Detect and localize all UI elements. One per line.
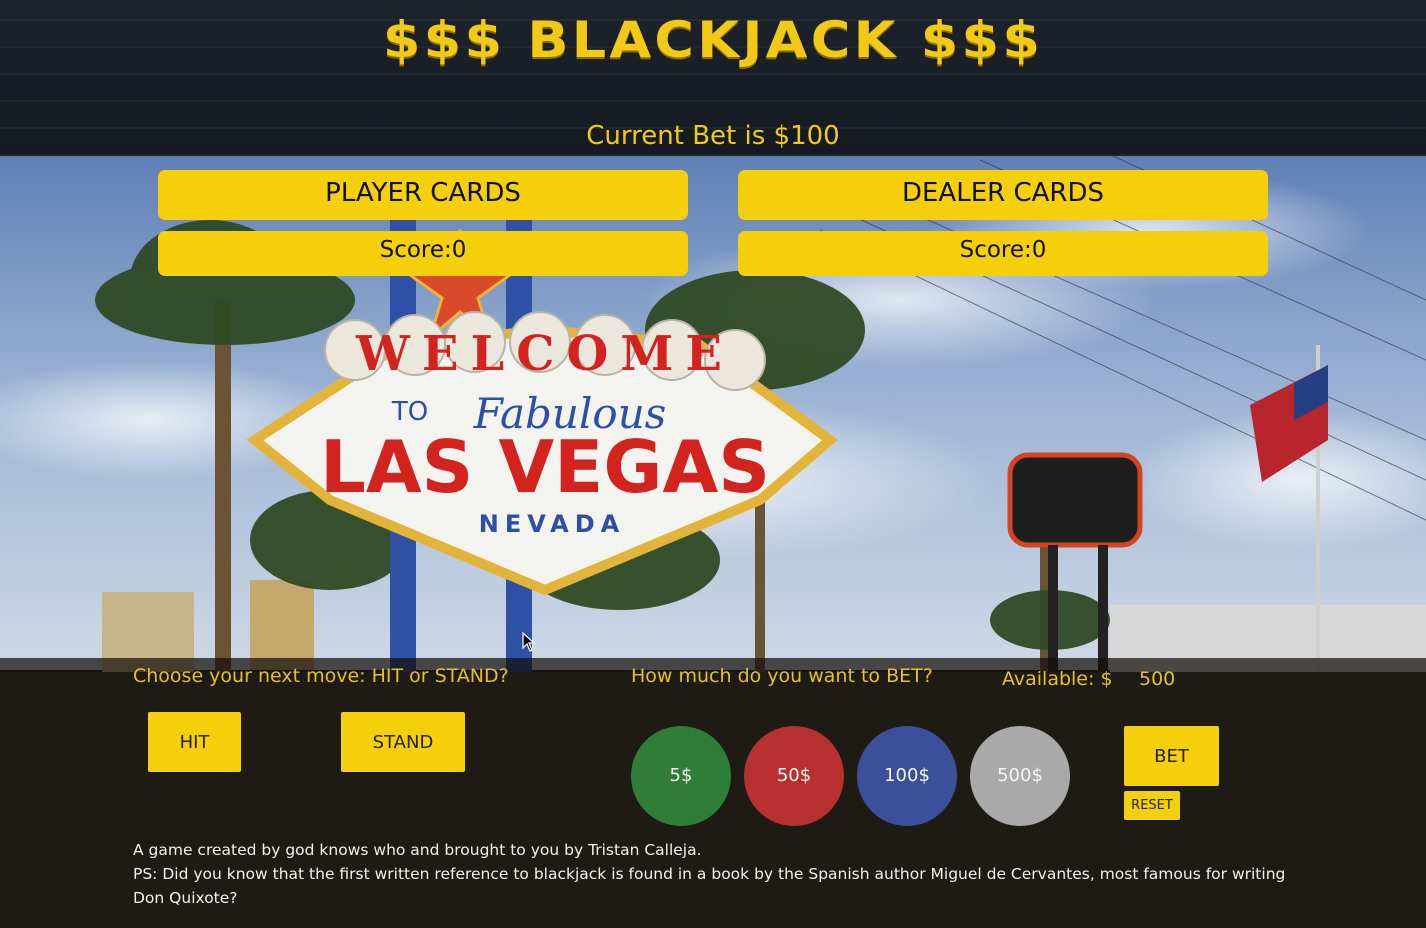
chip-500[interactable]: 500$ <box>970 726 1070 826</box>
svg-text:LAS VEGAS: LAS VEGAS <box>320 425 770 509</box>
chip-100-label: 100$ <box>884 765 930 786</box>
chip-50[interactable]: 50$ <box>744 726 844 826</box>
move-prompt: Choose your next move: HIT or STAND? <box>133 665 509 687</box>
dealer-cards-header: DEALER CARDS <box>738 170 1268 220</box>
footer-credit-line: A game created by god knows who and brou… <box>133 841 702 859</box>
footer-credits: A game created by god knows who and brou… <box>133 838 1313 910</box>
chip-500-label: 500$ <box>997 765 1043 786</box>
current-bet-text: Current Bet is $100 <box>586 121 840 151</box>
footer-trivia-line: PS: Did you know that the first written … <box>133 865 1286 907</box>
bet-prompt: How much do you want to BET? <box>631 665 933 687</box>
player-score: Score:0 <box>158 231 688 276</box>
reset-button[interactable]: RESET <box>1124 791 1180 820</box>
player-cards-header: PLAYER CARDS <box>158 170 688 220</box>
header-bar: $$$ BLACKJACK $$$ Current Bet is $100 <box>0 0 1426 156</box>
dealer-score: Score:0 <box>738 231 1268 276</box>
available-label: Available: $ <box>1002 668 1113 690</box>
chip-50-label: 50$ <box>776 765 812 786</box>
chip-5[interactable]: 5$ <box>631 726 731 826</box>
game-title: $$$ BLACKJACK $$$ <box>382 11 1044 69</box>
current-bet-label: Current Bet is $100 <box>0 118 1426 154</box>
stand-button[interactable]: STAND <box>341 712 465 772</box>
hit-button[interactable]: HIT <box>148 712 241 772</box>
mouse-cursor-icon <box>522 632 536 652</box>
available-value: 500 <box>1139 668 1176 690</box>
sign-welcome-text: WELCOME <box>355 326 734 382</box>
chip-100[interactable]: 100$ <box>857 726 957 826</box>
bet-button[interactable]: BET <box>1124 726 1219 786</box>
chip-5-label: 5$ <box>669 765 693 786</box>
svg-text:TO: TO <box>391 397 428 427</box>
svg-text:NEVADA: NEVADA <box>479 510 626 538</box>
